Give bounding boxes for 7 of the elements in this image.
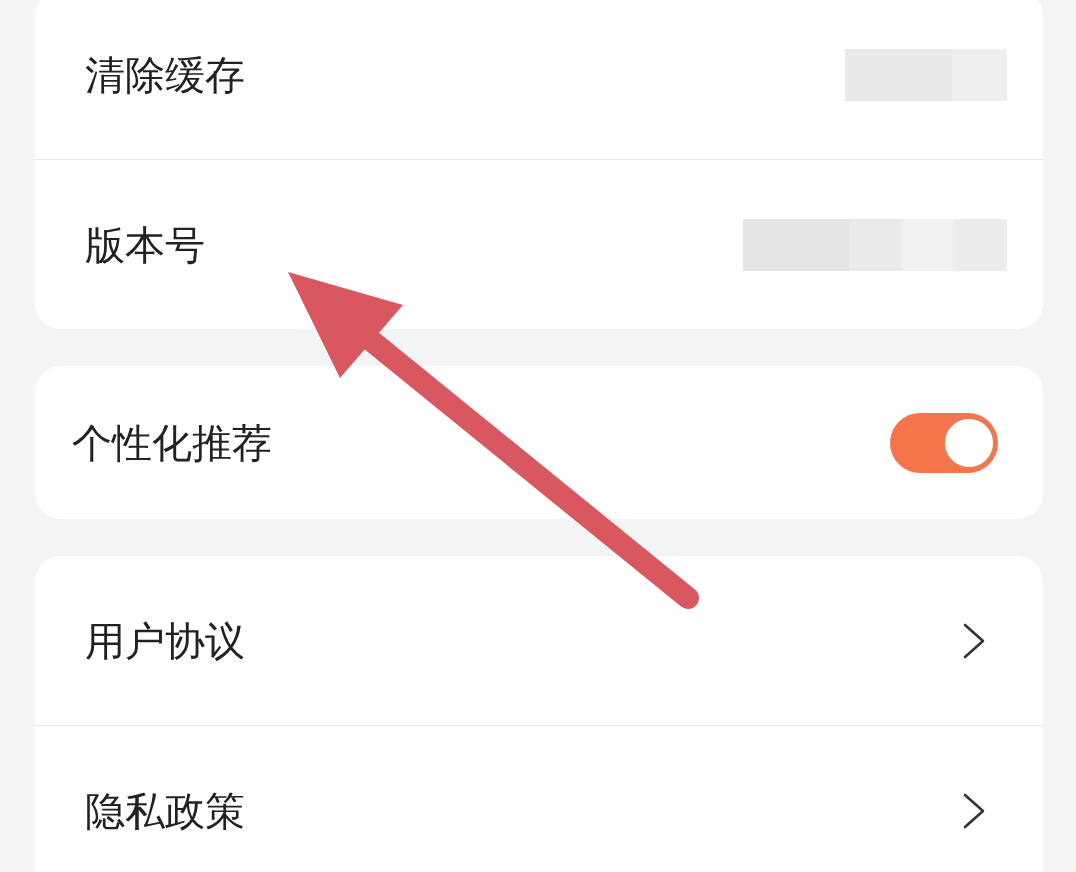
row-label: 个性化推荐	[72, 418, 272, 467]
row-label: 用户协议	[85, 616, 245, 665]
chevron-right-icon	[963, 622, 985, 659]
row-label: 清除缓存	[85, 50, 245, 99]
row-label: 版本号	[85, 220, 205, 269]
chevron-right-icon	[963, 792, 985, 829]
row-label: 隐私政策	[85, 786, 245, 835]
